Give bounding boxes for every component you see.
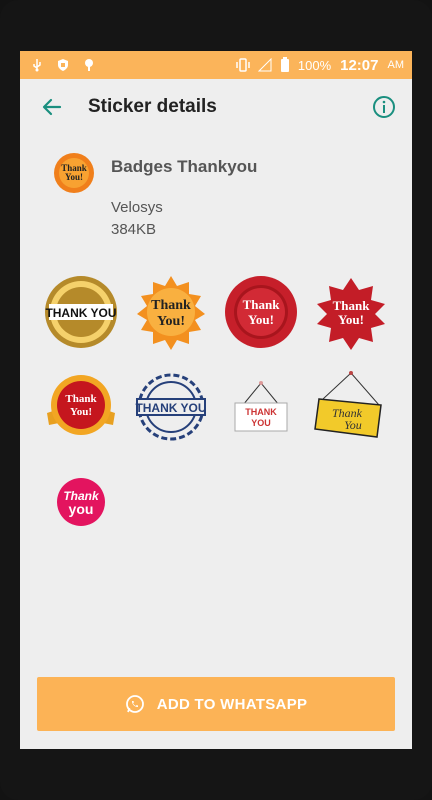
sticker-item[interactable]: Thank You! [306,269,396,354]
sticker-item[interactable]: THANK YOU [216,364,306,449]
screen: 100% 12:07 AM Sticker details Thank You!… [20,51,412,749]
signal-icon [257,57,272,72]
svg-text:You: You [344,418,362,432]
svg-text:You!: You! [248,312,274,327]
battery-icon [280,56,289,72]
sticker-item[interactable]: THANK YOU [126,364,216,449]
clock-time: 12:07 [340,56,379,74]
svg-text:You!: You! [70,406,92,418]
page-title: Sticker details [88,96,217,117]
vibrate-icon [235,58,250,72]
shield-icon [56,58,70,72]
svg-text:THANK YOU: THANK YOU [135,401,206,415]
svg-text:Thank: Thank [333,298,371,313]
svg-text:You!: You! [65,172,83,182]
toolbar: Sticker details [20,79,412,135]
arrow-left-icon [42,98,62,116]
svg-text:THANK YOU: THANK YOU [45,306,116,320]
pack-publisher: Velosys [111,199,163,216]
add-to-whatsapp-label: ADD TO WHATSAPP [156,695,308,713]
svg-text:THANK: THANK [245,407,277,417]
sticker-item[interactable]: Thank You! [36,364,126,449]
svg-text:You!: You! [338,312,364,327]
svg-text:you: you [69,501,94,517]
whatsapp-icon [125,695,144,713]
status-bar: 100% 12:07 AM [20,51,412,79]
info-icon [373,96,395,118]
svg-text:Thank: Thank [65,393,97,405]
info-button[interactable] [368,91,400,123]
tray-icon: Thank You! [50,149,98,197]
sticker-item[interactable]: Thank You [306,364,396,449]
svg-text:You!: You! [157,314,185,329]
back-button[interactable] [32,87,72,127]
clock-ampm: AM [387,59,405,71]
sticker-item[interactable]: THANK YOU [36,269,126,354]
sticker-item[interactable]: Thank you [36,459,126,544]
sticker-item[interactable]: Thank You! [216,269,306,354]
sticker-item[interactable]: Thank You! [126,269,216,354]
battery-percent: 100% [297,57,332,73]
svg-text:Thank: Thank [151,298,191,313]
pack-size: 384KB [111,221,157,238]
svg-text:Thank: Thank [243,297,281,312]
add-to-whatsapp-button[interactable]: ADD TO WHATSAPP [37,677,395,731]
pack-name: Badges Thankyou [111,157,258,176]
svg-text:YOU: YOU [251,418,271,428]
pack-header: Thank You! Badges Thankyou Velosys 384KB [50,149,390,249]
android-icon [82,58,96,72]
usb-icon [30,58,44,72]
sticker-grid: THANK YOU Thank You! Thank You! Thank Yo… [36,269,396,544]
